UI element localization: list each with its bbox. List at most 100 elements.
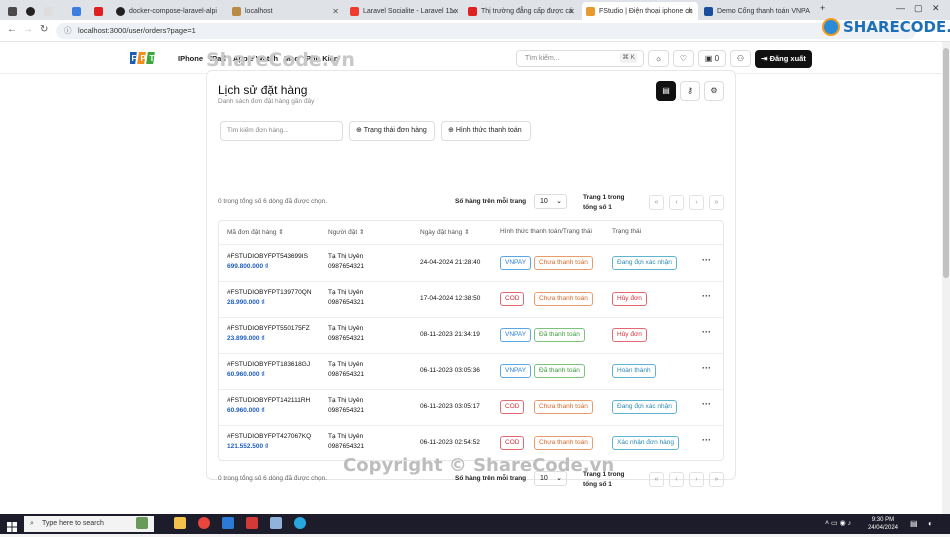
edge-icon[interactable]: [294, 517, 306, 529]
tab-thi-truong[interactable]: Thị trường đẳng cấp được cá ✕: [464, 2, 580, 20]
tab-vnpay-demo[interactable]: Demo Cổng thanh toán VNPA: [700, 2, 816, 20]
tab-pinned-1[interactable]: [4, 2, 20, 20]
prev-page-button[interactable]: ‹: [669, 472, 684, 487]
row-actions-button[interactable]: ···: [702, 399, 711, 409]
next-page-button[interactable]: ›: [689, 472, 704, 487]
tab-pinned-3[interactable]: [40, 2, 56, 20]
rows-per-page-select[interactable]: 10 ⌄: [534, 194, 567, 209]
tab-laravel-socialite[interactable]: Laravel Socialite - Laravel 11.x ✕: [346, 2, 462, 20]
col-label: Mã đơn đặt hàng: [227, 229, 277, 236]
customer-phone: 0987654321: [328, 263, 365, 270]
order-code: #FSTUDIOBYFPT543699IS: [227, 253, 308, 260]
customer-name: Tạ Thị Uyên: [328, 253, 364, 260]
close-icon[interactable]: ✕: [568, 7, 575, 16]
tab-pinned-github[interactable]: [22, 2, 38, 20]
row-actions-button[interactable]: ···: [702, 327, 711, 337]
prev-page-button[interactable]: ‹: [669, 195, 684, 210]
row-actions-button[interactable]: ···: [702, 291, 711, 301]
next-page-button[interactable]: ›: [689, 195, 704, 210]
order-price: 23.899.000 ₫: [227, 335, 265, 342]
file-explorer-icon[interactable]: [174, 517, 186, 529]
minimize-icon[interactable]: —: [896, 3, 905, 13]
col-order-date[interactable]: Ngày đặt hàng ⇕: [420, 228, 470, 236]
url-input[interactable]: ⓘ localhost:3000/user/orders?page=1: [56, 23, 916, 39]
widgets-icon[interactable]: ◐: [928, 519, 933, 528]
order-price: 28.990.000 ₫: [227, 299, 265, 306]
github-icon: [116, 6, 125, 16]
order-code-cell: #FSTUDIOBYFPT427067KQ 121.552.500 ₫: [227, 432, 311, 452]
site-info-icon[interactable]: ⓘ: [64, 23, 72, 39]
taskbar: ⌕ Type here to search ˄ ▭ ◉ ♪ 9:30 PM 24/…: [0, 514, 950, 534]
order-code: #FSTUDIOBYFPT142111RH: [227, 397, 311, 404]
customer-cell: Tạ Thị Uyên 0987654321: [328, 288, 364, 308]
customer-name: Tạ Thị Uyên: [328, 397, 364, 404]
col-order-code[interactable]: Mã đơn đặt hàng ⇕: [227, 228, 284, 236]
payment-method-badge: COD: [500, 436, 525, 450]
app-icon[interactable]: [270, 517, 282, 529]
rows-per-page-label-bottom: Số hàng trên mỗi trang: [455, 475, 527, 482]
page-scrollbar[interactable]: [942, 42, 950, 514]
order-date: 06-11-2023 03:05:36: [420, 367, 480, 374]
new-tab-button[interactable]: +: [820, 3, 825, 13]
scrollbar-thumb[interactable]: [943, 48, 949, 278]
tab-title: FStudio | Điện thoại iphone ch: [599, 7, 693, 15]
user-key-icon: ⚷: [687, 86, 693, 95]
payment-filter-button[interactable]: ⊕ Hình thức thanh toán: [441, 121, 531, 141]
maximize-icon[interactable]: ▢: [914, 3, 923, 14]
forward-icon[interactable]: →: [23, 24, 33, 35]
notification-icon[interactable]: ▤: [910, 519, 918, 528]
taskbar-search-input[interactable]: ⌕ Type here to search: [24, 516, 154, 532]
page-info-line2: tổng số 1: [583, 204, 612, 211]
chrome-icon[interactable]: [198, 517, 210, 529]
customer-phone: 0987654321: [328, 335, 365, 342]
watermark-top: ShareCode.vn: [206, 49, 355, 71]
payment-status-badge: Đã thanh toán: [534, 328, 585, 342]
last-page-button[interactable]: »: [709, 195, 724, 210]
first-page-button[interactable]: «: [649, 472, 664, 487]
order-status-badge: Hoàn thành: [612, 364, 656, 378]
payment-method-badge: VNPAY: [500, 364, 532, 378]
payment-status-badge: Chưa thanh toán: [534, 256, 593, 270]
last-page-button[interactable]: »: [709, 472, 724, 487]
back-icon[interactable]: ←: [7, 24, 17, 35]
recorder-icon[interactable]: [246, 517, 258, 529]
close-icon[interactable]: ✕: [686, 7, 693, 16]
header-divider: [219, 244, 723, 245]
sort-icon: ⇕: [464, 229, 470, 236]
col-customer[interactable]: Người đặt ⇕: [328, 228, 364, 236]
reload-icon[interactable]: ↻: [40, 24, 48, 35]
vscode-icon[interactable]: [222, 517, 234, 529]
payment-status-badge: Chưa thanh toán: [534, 400, 593, 414]
page-icon: [8, 6, 17, 16]
tab-localhost[interactable]: localhost ✕: [228, 2, 344, 20]
order-status-badge: Hủy đơn: [612, 328, 647, 342]
windows-start-icon[interactable]: [7, 519, 17, 532]
settings-button[interactable]: ⚙: [704, 81, 724, 101]
tab-youtube[interactable]: [90, 2, 108, 20]
search-icon: ⌕: [30, 520, 34, 527]
status-filter-button[interactable]: ⊕ Trạng thái đơn hàng: [349, 121, 435, 141]
window-close-icon[interactable]: ✕: [932, 3, 940, 14]
tab-pinned-4[interactable]: [68, 2, 84, 20]
order-code: #FSTUDIOBYFPT550175FZ: [227, 325, 310, 332]
tab-title: Laravel Socialite - Laravel 11.x: [363, 7, 459, 15]
page-info-line1: Trang 1 trong: [583, 194, 625, 201]
rows-per-page-value: 10: [540, 198, 548, 205]
taskbar-clock[interactable]: 9:30 PM 24/04/2024: [868, 516, 898, 532]
customer-phone: 0987654321: [328, 371, 365, 378]
tray-icons[interactable]: ˄ ▭ ◉ ♪: [825, 519, 851, 527]
table-view-button[interactable]: ▤: [656, 81, 676, 101]
row-actions-button[interactable]: ···: [702, 435, 711, 445]
close-icon[interactable]: ✕: [332, 7, 339, 16]
tab-docker-compose[interactable]: docker-compose-laravel-alpi: [112, 2, 228, 20]
order-code-cell: #FSTUDIOBYFPT139770QN 28.990.000 ₫: [227, 288, 312, 308]
row-actions-button[interactable]: ···: [702, 255, 711, 265]
chevron-down-icon: ⌄: [556, 198, 562, 205]
order-search-input[interactable]: Tìm kiếm đơn hàng...: [220, 121, 343, 141]
tab-fstudio[interactable]: FStudio | Điện thoại iphone ch ✕: [582, 2, 698, 20]
first-page-button[interactable]: «: [649, 195, 664, 210]
address-bar: ← → ↻ ⓘ localhost:3000/user/orders?page=…: [0, 20, 950, 42]
row-actions-button[interactable]: ···: [702, 363, 711, 373]
user-view-button[interactable]: ⚷: [680, 81, 700, 101]
close-icon[interactable]: ✕: [450, 7, 457, 16]
